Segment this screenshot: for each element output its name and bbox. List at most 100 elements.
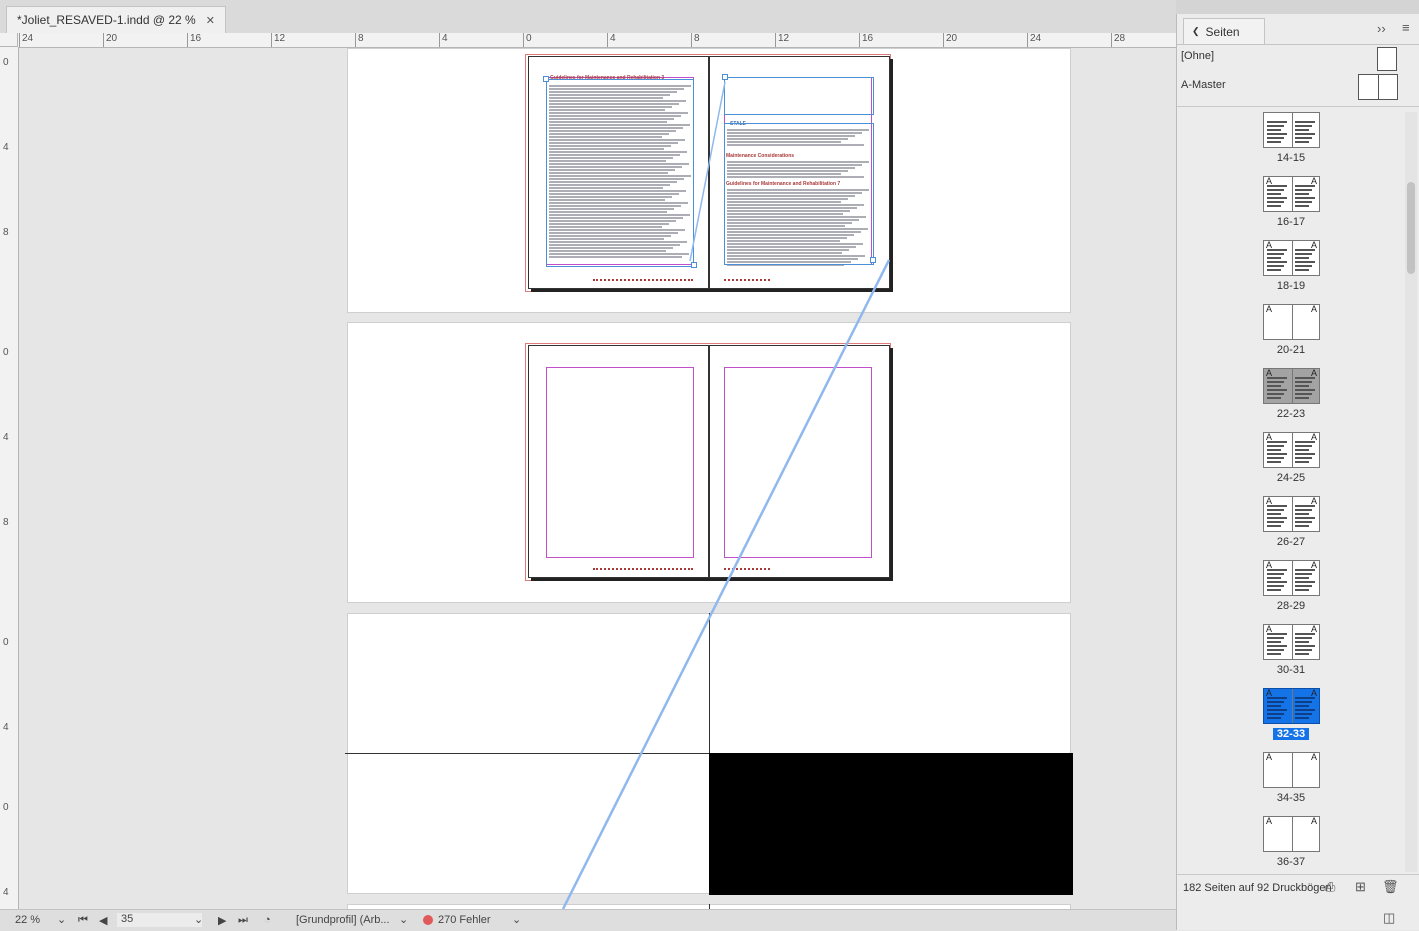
page-thumbnail-label[interactable]: 20-21 — [1256, 344, 1326, 356]
thumb-line — [1295, 189, 1312, 191]
thumb-line — [1295, 713, 1312, 715]
page-thumbnail-label[interactable]: 18-19 — [1256, 280, 1326, 292]
page-thumbnail-label[interactable]: 22-23 — [1256, 408, 1326, 420]
thumb-line — [1267, 257, 1281, 259]
chevron-down-icon[interactable]: ⌄ — [399, 913, 408, 926]
thumb-line — [1295, 389, 1315, 391]
ruler-tick — [1111, 33, 1112, 47]
divider — [1177, 44, 1419, 45]
vertical-ruler[interactable]: 0 4 8 0 4 8 0 4 0 4 — [0, 47, 19, 909]
master-none-thumb[interactable] — [1377, 47, 1397, 71]
next-page-icon[interactable]: ▶ — [218, 914, 226, 927]
open-in-window-icon[interactable]: ◔ — [264, 914, 271, 926]
thumb-line — [1295, 697, 1315, 699]
page-thumbnail-label[interactable]: 28-29 — [1256, 600, 1326, 612]
chevron-down-icon[interactable]: ⌄ — [57, 913, 66, 926]
page-thumbnail[interactable]: AA — [1263, 368, 1320, 404]
thumb-line — [1267, 641, 1281, 643]
thumb-line — [1295, 573, 1312, 575]
thumb-line — [1295, 653, 1309, 655]
previous-page-icon[interactable]: ◀ — [99, 914, 107, 927]
page-thumbnail-label[interactable]: 24-25 — [1256, 472, 1326, 484]
page-thumbnail[interactable]: AA — [1263, 304, 1320, 340]
panel-footer: 182 Seiten auf 92 Druckbögen ⎙ ⊞ 🗑 — [1177, 874, 1419, 901]
page-thumbnail-label[interactable]: 32-33 — [1273, 728, 1309, 740]
page-thumbnail[interactable]: AA — [1263, 752, 1320, 788]
ruler-tick-label: 12 — [778, 33, 790, 44]
thumb-spine — [1292, 753, 1293, 787]
ruler-tick-label: 20 — [946, 33, 958, 44]
page-thumbnail[interactable]: AA — [1263, 624, 1320, 660]
page-thumbnail[interactable]: AA — [1263, 496, 1320, 532]
thumb-line — [1295, 581, 1315, 583]
page-thumbnail[interactable]: AA — [1263, 432, 1320, 468]
thumb-line — [1267, 697, 1287, 699]
thumb-line — [1267, 377, 1287, 379]
layout-view-icon[interactable]: ◫ — [1383, 910, 1395, 926]
ruler-origin[interactable] — [0, 33, 18, 47]
thumb-line — [1295, 589, 1309, 591]
error-count[interactable]: 270 Fehler — [438, 914, 491, 926]
page-thumbnail-label[interactable]: 26-27 — [1256, 536, 1326, 548]
preflight-profile[interactable]: [Grundprofil] (Arb... — [296, 914, 390, 926]
document-tab[interactable]: *Joliet_RESAVED-1.indd @ 22 % ✕ — [6, 6, 226, 33]
chevron-down-icon[interactable]: ⌄ — [512, 913, 521, 926]
ruler-tick — [859, 33, 860, 47]
page-thumbnail[interactable]: AA — [1263, 688, 1320, 724]
thumb-line — [1267, 569, 1287, 571]
page-thumbnail[interactable]: AA — [1263, 176, 1320, 212]
pages-panel-tab[interactable]: ❮ Seiten — [1183, 18, 1265, 44]
panel-menu-icon[interactable]: ≡ — [1402, 20, 1410, 35]
master-a-thumb[interactable] — [1358, 74, 1398, 100]
expand-panel-icon[interactable]: ›› — [1377, 21, 1386, 36]
zoom-field[interactable]: 22 % — [15, 914, 40, 926]
thumb-line — [1267, 137, 1284, 139]
scrollbar-thumb[interactable] — [1407, 182, 1415, 274]
last-page-icon[interactable]: ⏭ — [238, 914, 248, 927]
chevron-down-icon[interactable]: ⌄ — [194, 913, 203, 926]
page-thumbnail-label[interactable]: 36-37 — [1256, 856, 1326, 868]
thumb-line — [1267, 261, 1287, 263]
page-thumbnail-label[interactable]: 30-31 — [1256, 664, 1326, 676]
close-icon[interactable]: ✕ — [206, 14, 215, 27]
horizontal-ruler[interactable]: 24 20 16 12 8 4 0 4 8 12 16 20 24 28 — [18, 33, 1176, 48]
thumb-line — [1267, 269, 1281, 271]
first-page-icon[interactable]: ⏮ — [78, 914, 88, 927]
thumb-line — [1267, 705, 1281, 707]
page-thumbnail[interactable]: AA — [1263, 560, 1320, 596]
pasteboard[interactable]: Guidelines for Maintenance and Rehabilit… — [19, 48, 1176, 909]
page-thumbnail-label[interactable]: 14-15 — [1256, 152, 1326, 164]
ruler-tick — [1027, 33, 1028, 47]
thumb-line — [1295, 641, 1309, 643]
panel-dock-header — [1176, 0, 1419, 14]
page-thumbnail[interactable]: AA — [1263, 816, 1320, 852]
master-none-label[interactable]: [Ohne] — [1181, 50, 1214, 62]
master-a-label[interactable]: A-Master — [1181, 79, 1226, 91]
thumb-line — [1295, 709, 1315, 711]
page-thumbnail-label[interactable]: 34-35 — [1256, 792, 1326, 804]
thumb-line — [1267, 453, 1287, 455]
thumb-line — [1267, 709, 1287, 711]
page-number-field[interactable]: 35 — [117, 913, 202, 927]
master-letter: A — [1310, 304, 1317, 314]
trash-icon[interactable]: 🗑 — [1382, 879, 1399, 895]
thumb-spine — [1292, 497, 1293, 531]
chevron-up-icon: ❮ — [1192, 26, 1200, 36]
thumb-line — [1267, 717, 1281, 719]
ruler-tick-label: 28 — [1114, 33, 1126, 44]
ruler-tick-label: 16 — [862, 33, 874, 44]
ruler-tick — [775, 33, 776, 47]
panel-scrollbar[interactable] — [1405, 112, 1417, 872]
thumb-line — [1295, 517, 1315, 519]
ruler-tick-label: 0 — [3, 802, 9, 813]
ruler-tick-label: 8 — [694, 33, 700, 44]
page-thumbnail[interactable]: AA — [1263, 240, 1320, 276]
divider — [1177, 106, 1419, 107]
thumb-line — [1295, 509, 1312, 511]
page-thumbnail[interactable] — [1263, 112, 1320, 148]
thumb-line — [1267, 589, 1281, 591]
page-thumbnail-label[interactable]: 16-17 — [1256, 216, 1326, 228]
new-page-icon[interactable]: ⊞ — [1355, 879, 1366, 895]
page-size-icon[interactable]: ⎙ — [1325, 879, 1335, 895]
thumb-line — [1295, 453, 1315, 455]
